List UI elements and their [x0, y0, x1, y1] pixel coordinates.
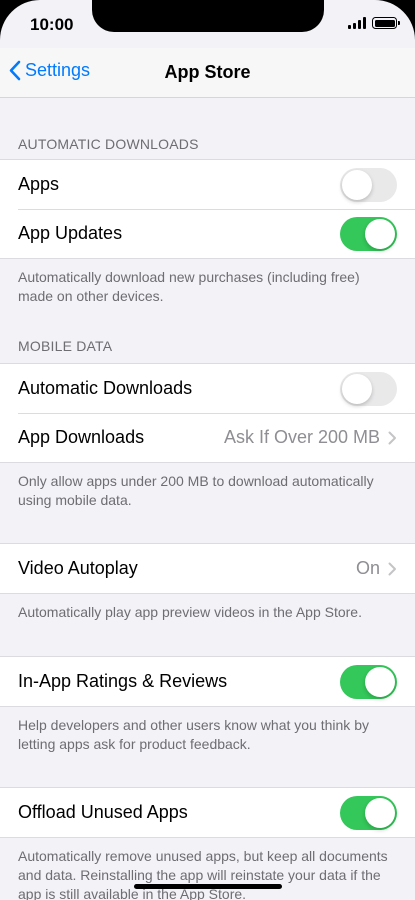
chevron-right-icon	[388, 431, 396, 444]
apps-row: Apps	[0, 160, 415, 209]
app-updates-row: App Updates	[0, 209, 415, 258]
status-icons	[348, 17, 400, 29]
section-header-automatic-downloads: AUTOMATIC DOWNLOADS	[18, 136, 199, 152]
in-app-ratings-label: In-App Ratings & Reviews	[18, 671, 228, 691]
offload-unused-apps-row: Offload Unused Apps	[0, 788, 415, 837]
mobile-data-footer: Only allow apps under 200 MB to download…	[18, 473, 374, 508]
ratings-group: In-App Ratings & Reviews	[0, 656, 415, 707]
automatic-downloads-footer: Automatically download new purchases (in…	[18, 269, 360, 304]
ratings-footer: Help developers and other users know wha…	[18, 717, 369, 752]
apps-toggle[interactable]	[340, 167, 397, 202]
signal-icon	[348, 17, 366, 29]
offload-group: Offload Unused Apps	[0, 787, 415, 838]
automatic-downloads-toggle[interactable]	[340, 371, 397, 406]
status-time: 10:00	[30, 15, 74, 34]
app-downloads-value: Ask If Over 200 MB	[223, 427, 380, 447]
mobile-data-group: Automatic Downloads App Downloads Ask If…	[0, 363, 415, 463]
video-autoplay-label: Video Autoplay	[18, 558, 138, 578]
battery-icon	[372, 17, 400, 29]
navigation-bar: Settings App Store	[0, 48, 415, 98]
video-autoplay-row[interactable]: Video Autoplay On	[0, 544, 415, 593]
home-indicator	[134, 884, 282, 889]
in-app-ratings-row: In-App Ratings & Reviews	[0, 657, 415, 706]
app-downloads-row[interactable]: App Downloads Ask If Over 200 MB	[0, 413, 415, 462]
app-updates-toggle[interactable]	[340, 216, 397, 251]
automatic-downloads-group: Apps App Updates	[0, 159, 415, 259]
app-store-settings-screen: 10:00 Settings App Store AUTOMATIC DOWNL…	[0, 0, 415, 900]
status-bar: 10:00	[0, 0, 415, 48]
app-updates-label: App Updates	[18, 223, 123, 243]
video-autoplay-footer: Automatically play app preview videos in…	[18, 604, 362, 620]
offload-footer: Automatically remove unused apps, but ke…	[18, 848, 388, 900]
page-title: App Store	[164, 62, 251, 82]
automatic-downloads-row: Automatic Downloads	[0, 364, 415, 413]
apps-label: Apps	[18, 174, 60, 194]
section-header-mobile-data: MOBILE DATA	[18, 338, 113, 354]
chevron-right-icon	[388, 562, 396, 575]
settings-list: AUTOMATIC DOWNLOADS Apps App Updates Aut…	[0, 98, 415, 900]
offload-unused-apps-label: Offload Unused Apps	[18, 802, 188, 822]
offload-unused-apps-toggle[interactable]	[340, 795, 397, 830]
video-autoplay-group: Video Autoplay On	[0, 543, 415, 594]
in-app-ratings-toggle[interactable]	[340, 664, 397, 699]
automatic-downloads-label: Automatic Downloads	[18, 378, 193, 398]
video-autoplay-value: On	[355, 558, 380, 578]
app-downloads-label: App Downloads	[18, 427, 145, 447]
